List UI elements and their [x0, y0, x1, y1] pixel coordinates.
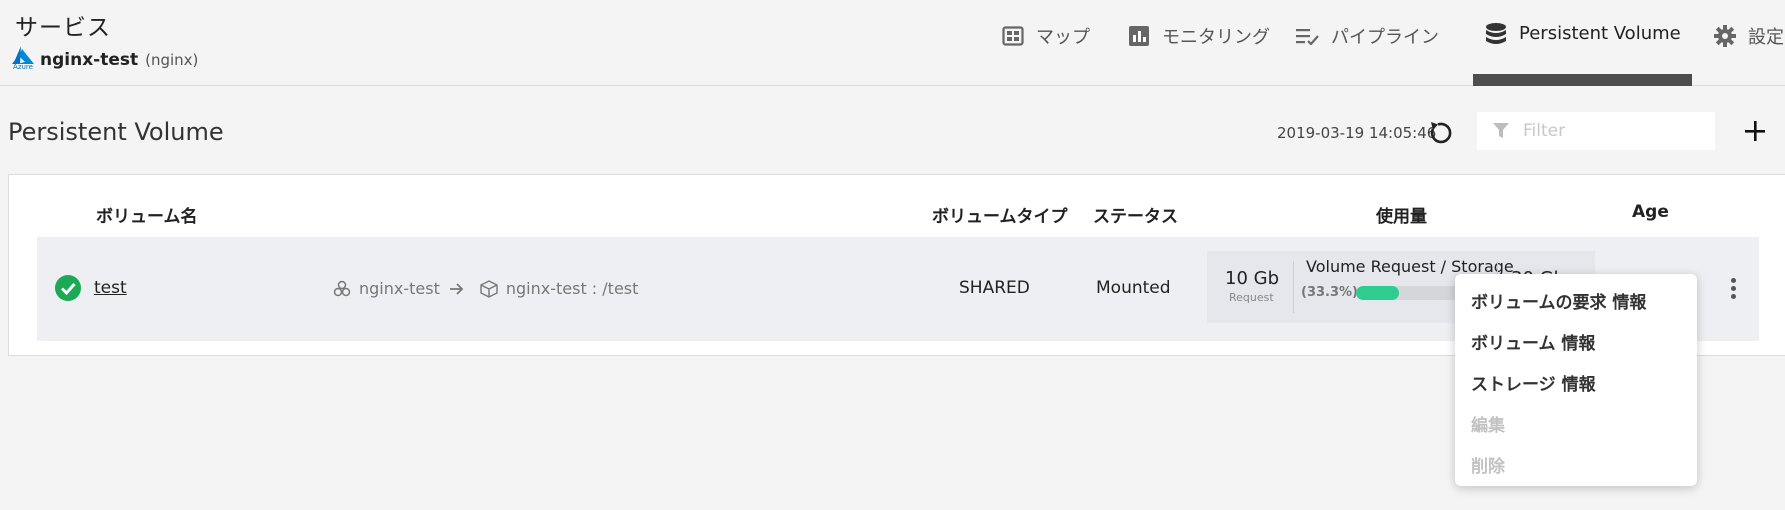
usage-percent: (33.3%)	[1301, 285, 1358, 300]
tab-monitoring[interactable]: モニタリング	[1126, 0, 1295, 86]
main-nav: マップ モニタリング パイプライン Persistent Volume 設定	[1000, 0, 1785, 86]
gear-icon	[1712, 23, 1738, 49]
arrow-right-icon	[449, 282, 464, 295]
volume-mount-target: nginx-test : /test	[505, 279, 639, 298]
filter-input[interactable]	[1523, 121, 1703, 141]
map-icon	[1000, 23, 1026, 49]
refresh-button[interactable]	[1425, 118, 1455, 148]
plus-icon	[1745, 121, 1765, 141]
tab-pipeline-label: パイプライン	[1331, 27, 1439, 48]
database-icon	[1483, 23, 1509, 49]
usage-divider	[1293, 261, 1294, 313]
request-label: Request	[1229, 291, 1274, 304]
filter-icon	[1493, 123, 1509, 138]
service-identity: Azure nginx-test (nginx)	[10, 46, 198, 74]
service-subname: (nginx)	[145, 51, 199, 69]
menu-item-delete[interactable]: 削除	[1455, 444, 1697, 485]
kebab-dot	[1730, 293, 1736, 299]
tab-monitoring-label: モニタリング	[1162, 27, 1270, 48]
tab-settings-label: 設定	[1748, 27, 1784, 48]
tab-persistent-volume-label: Persistent Volume	[1519, 23, 1681, 44]
column-header-status[interactable]: ステータス	[1093, 202, 1178, 227]
tab-map[interactable]: マップ	[1000, 0, 1126, 86]
bar-chart-icon	[1126, 23, 1152, 49]
pipeline-icon	[1295, 23, 1321, 49]
tab-pipeline[interactable]: パイプライン	[1295, 0, 1473, 86]
row-more-menu-button[interactable]	[1727, 273, 1739, 303]
usage-progress-fill	[1356, 286, 1400, 300]
kebab-dot	[1730, 277, 1736, 283]
active-tab-indicator	[1473, 74, 1692, 86]
row-context-menu: ボリュームの要求 情報 ボリューム 情報 ストレージ 情報 編集 削除	[1455, 274, 1697, 486]
azure-logo: Azure	[10, 46, 36, 74]
volume-status: Mounted	[1096, 278, 1171, 298]
azure-logo-label: Azure	[13, 63, 33, 71]
column-header-type[interactable]: ボリュームタイプ	[932, 202, 1068, 227]
tab-map-label: マップ	[1036, 27, 1090, 48]
tab-persistent-volume[interactable]: Persistent Volume	[1473, 0, 1692, 86]
column-header-name[interactable]: ボリューム名	[96, 202, 198, 227]
check-circle-icon	[55, 275, 81, 301]
page-title: Persistent Volume	[8, 118, 224, 146]
service-section-title: サービス	[15, 15, 111, 41]
add-volume-button[interactable]	[1740, 116, 1770, 146]
column-header-usage[interactable]: 使用量	[1376, 202, 1427, 227]
filter-field[interactable]	[1477, 112, 1715, 150]
kebab-dot	[1730, 285, 1736, 291]
volume-name-link[interactable]: test	[94, 278, 127, 298]
last-updated-timestamp: 2019-03-19 14:05:46	[1277, 124, 1437, 142]
request-value: 10 Gb	[1225, 268, 1279, 289]
menu-item-volume-info[interactable]: ボリューム 情報	[1455, 321, 1697, 362]
volume-type: SHARED	[959, 278, 1030, 298]
tab-settings[interactable]: 設定	[1692, 0, 1785, 86]
volume-source: nginx-test	[359, 279, 440, 298]
container-icon	[480, 279, 498, 298]
top-header: サービス Azure nginx-test (nginx) マップ モニタリング	[0, 0, 1785, 86]
volume-mount-path: nginx-test nginx-test : /test	[333, 279, 638, 298]
cluster-icon	[333, 280, 351, 298]
menu-item-claim-info[interactable]: ボリュームの要求 情報	[1455, 280, 1697, 321]
menu-item-edit[interactable]: 編集	[1455, 403, 1697, 444]
column-header-age[interactable]: Age	[1632, 202, 1669, 222]
service-name: nginx-test	[40, 50, 139, 70]
menu-item-storage-info[interactable]: ストレージ 情報	[1455, 362, 1697, 403]
refresh-icon	[1430, 122, 1452, 144]
